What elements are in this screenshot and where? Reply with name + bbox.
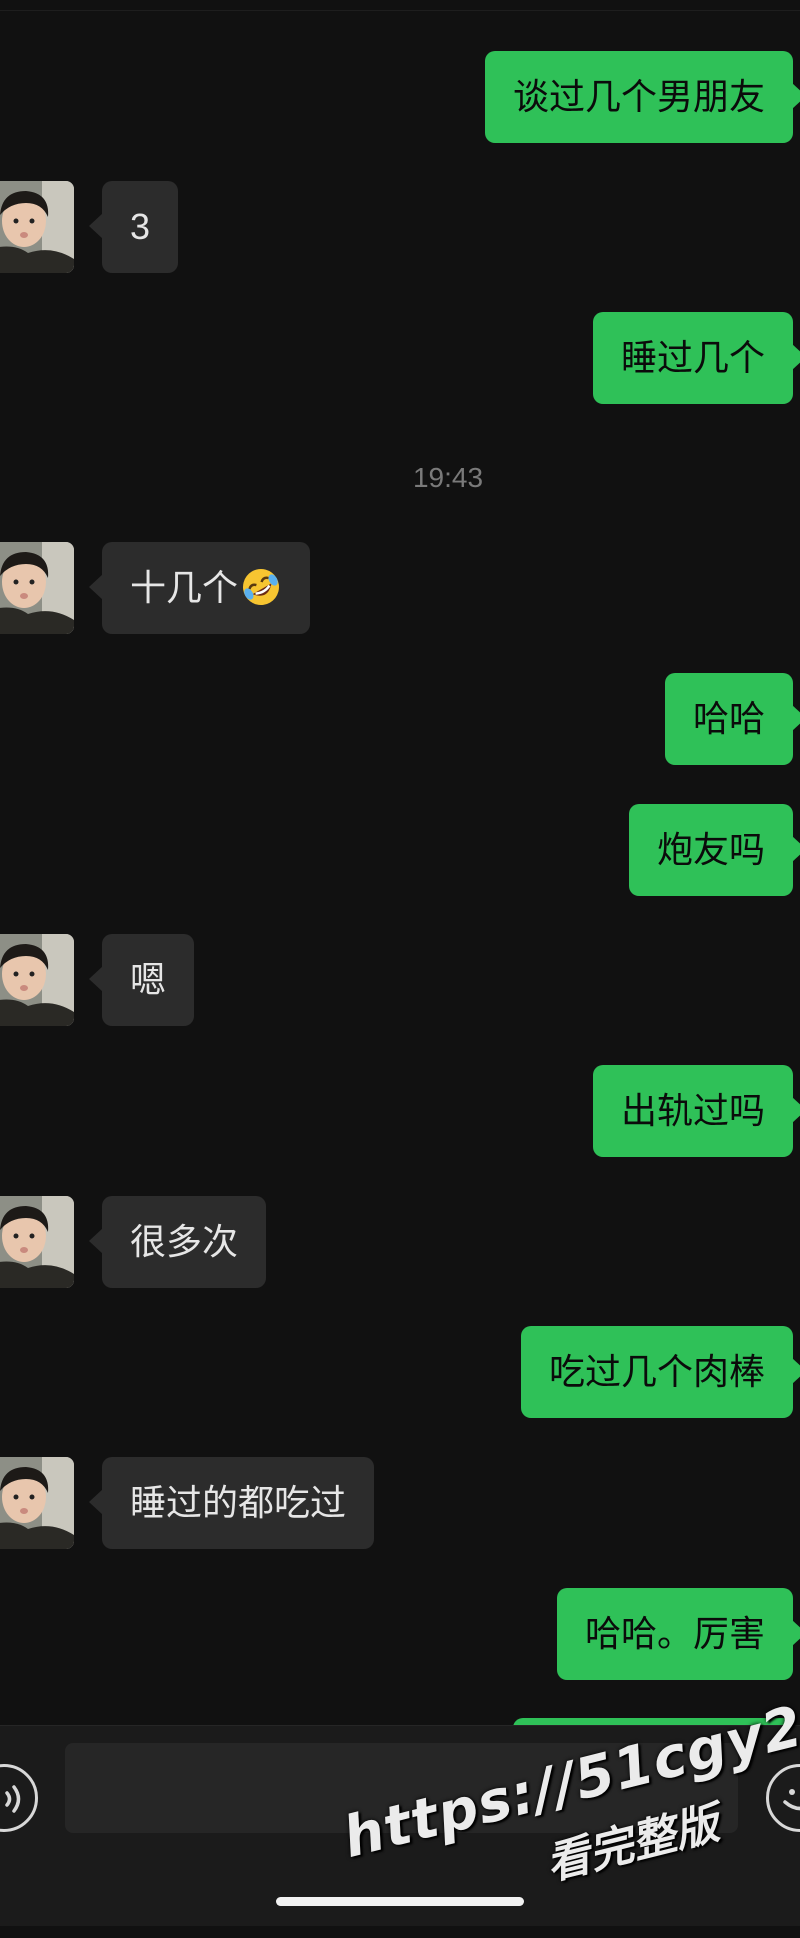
message-row-outgoing: 睡过几个 [0, 312, 800, 404]
incoming-message-bubble[interactable]: 很多次 [88, 1196, 267, 1288]
home-indicator[interactable] [276, 1897, 524, 1906]
incoming-message-bubble[interactable]: 睡过的都吃过 [88, 1457, 375, 1549]
outgoing-message-bubble[interactable]: 哈哈 [664, 673, 800, 765]
outgoing-message-bubble[interactable]: 吃过几个肉棒 [520, 1326, 800, 1418]
contact-avatar[interactable] [0, 181, 74, 273]
message-row-outgoing: 哈哈。厉害 [0, 1588, 800, 1680]
message-row-incoming: 睡过的都吃过 [0, 1457, 800, 1549]
contact-avatar[interactable] [0, 542, 74, 634]
voice-icon[interactable] [0, 1764, 38, 1832]
message-input[interactable] [65, 1743, 738, 1833]
top-divider [0, 10, 800, 11]
message-timestamp: 19:43 [412, 462, 484, 493]
emoji-icon[interactable] [766, 1764, 800, 1832]
incoming-message-bubble[interactable]: 嗯 [88, 934, 195, 1026]
contact-avatar[interactable] [0, 934, 74, 1026]
message-row-incoming: 很多次 [0, 1196, 800, 1288]
outgoing-message-bubble-partial[interactable] [513, 1718, 793, 1725]
outgoing-message-bubble[interactable]: 谈过几个男朋友 [484, 51, 800, 143]
message-row-outgoing: 出轨过吗 [0, 1065, 800, 1157]
incoming-message-bubble[interactable]: 3 [88, 181, 179, 273]
outgoing-message-bubble[interactable]: 出轨过吗 [592, 1065, 800, 1157]
contact-avatar[interactable] [0, 1196, 74, 1288]
contact-avatar[interactable] [0, 1457, 74, 1549]
message-row-outgoing: 哈哈 [0, 673, 800, 765]
rolling-on-floor-laughing-emoji-icon [240, 566, 282, 608]
chat-input-bar [0, 1725, 800, 1926]
outgoing-message-bubble[interactable]: 炮友吗 [628, 804, 800, 896]
message-row-outgoing: 炮友吗 [0, 804, 800, 896]
outgoing-message-bubble[interactable]: 哈哈。厉害 [556, 1588, 800, 1680]
message-row-incoming: 嗯 [0, 934, 800, 1026]
message-row-incoming: 3 [0, 181, 800, 273]
incoming-message-bubble[interactable]: 十几个 [88, 542, 311, 634]
message-row-outgoing [0, 1718, 800, 1725]
message-text: 十几个 [130, 567, 239, 608]
message-row-outgoing: 吃过几个肉棒 [0, 1326, 800, 1418]
outgoing-message-bubble[interactable]: 睡过几个 [592, 312, 800, 404]
message-row-incoming: 十几个 [0, 542, 800, 634]
chat-message-list[interactable]: 谈过几个男朋友 3 睡过几个 19:43 十几个 哈哈 炮友吗 嗯 出轨过吗 很… [0, 0, 800, 1725]
message-row-outgoing: 谈过几个男朋友 [0, 51, 800, 143]
